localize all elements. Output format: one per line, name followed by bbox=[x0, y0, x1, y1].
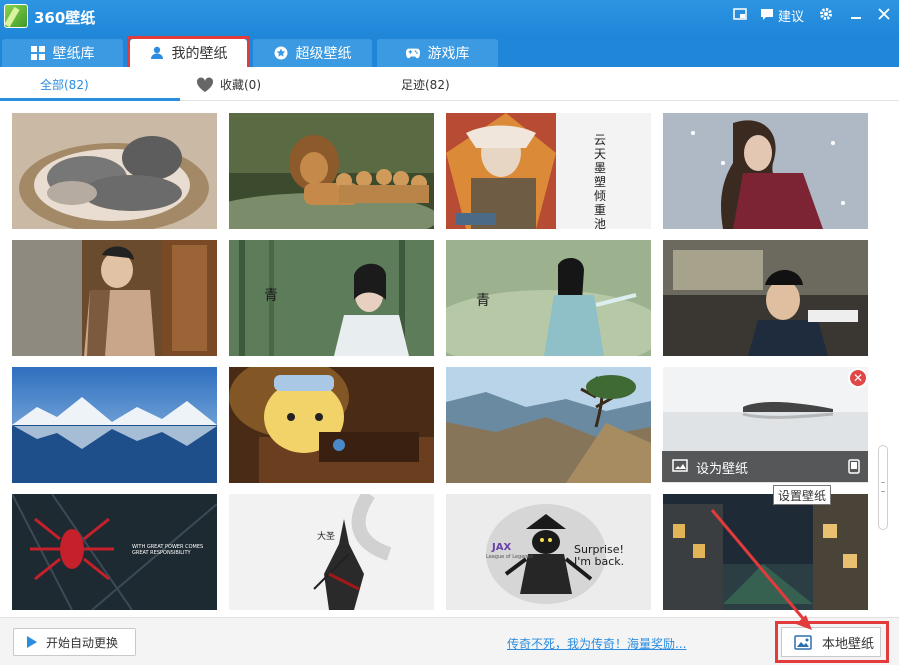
close-icon[interactable] bbox=[876, 6, 892, 22]
wallpaper-thumbnail-spider-logo[interactable]: WITH GREAT POWER COMES GREAT RESPONSIBIL… bbox=[12, 494, 217, 610]
subtab-history[interactable]: 足迹(82) bbox=[401, 76, 450, 93]
svg-text:青: 青 bbox=[476, 293, 490, 309]
set-wallpaper-button[interactable]: 设为壁纸 bbox=[696, 458, 748, 477]
play-icon bbox=[26, 635, 38, 649]
wallpaper-thumbnail-man-at-window[interactable] bbox=[12, 240, 217, 356]
svg-text:青: 青 bbox=[264, 288, 278, 304]
tab-label: 游戏库 bbox=[427, 46, 470, 62]
image-folder-icon bbox=[794, 634, 812, 650]
sub-tabs: 全部(82) 收藏(0) 足迹(82) bbox=[0, 67, 899, 101]
wallpaper-thumbnail-night-street[interactable] bbox=[663, 494, 868, 610]
local-wallpaper-label: 本地壁纸 bbox=[822, 636, 875, 652]
tab-super-wallpaper[interactable]: 超级壁纸 bbox=[253, 39, 372, 67]
wallpaper-thumbnail-canyon-tree[interactable] bbox=[446, 367, 651, 483]
auto-change-button[interactable]: 开始自动更换 bbox=[13, 628, 136, 656]
tab-game-library[interactable]: 游戏库 bbox=[377, 39, 498, 67]
set-wallpaper-icon[interactable] bbox=[672, 458, 688, 478]
tab-wallpaper-library[interactable]: 壁纸库 bbox=[2, 39, 123, 67]
thumbnail-caption-right: Surprise! I'm back. bbox=[574, 543, 625, 568]
wallpaper-thumbnail-mountain-lake[interactable] bbox=[12, 367, 217, 483]
wallpaper-thumbnail-jax[interactable]: JAX League of Legends Surprise! I'm back… bbox=[446, 494, 651, 610]
wallpaper-thumbnail-lions[interactable] bbox=[229, 113, 434, 229]
subtab-label: 收藏(0) bbox=[220, 78, 261, 92]
title-bar: 360壁纸 建议 bbox=[0, 0, 899, 37]
promo-link[interactable]: 传奇不死，我为传奇！海量奖励... bbox=[507, 635, 686, 652]
feedback-icon[interactable] bbox=[759, 6, 775, 22]
tab-label: 我的壁纸 bbox=[171, 46, 228, 62]
subtab-all[interactable]: 全部(82) bbox=[40, 76, 89, 93]
gear-icon[interactable] bbox=[818, 6, 834, 22]
thumbnail-caption-sub: League of Legends bbox=[486, 554, 534, 560]
vertical-scrollbar[interactable] bbox=[878, 445, 888, 530]
mobile-icon[interactable] bbox=[848, 459, 860, 478]
suggest-link[interactable]: 建议 bbox=[778, 6, 804, 25]
tab-label: 超级壁纸 bbox=[295, 46, 352, 62]
tooltip: 设置壁纸 bbox=[773, 485, 831, 505]
heart-icon bbox=[196, 76, 214, 93]
local-wallpaper-button[interactable]: 本地壁纸 bbox=[781, 627, 881, 657]
app-logo bbox=[4, 4, 28, 28]
subtab-favorites[interactable]: 收藏(0) bbox=[196, 76, 261, 93]
thumbnail-caption: 大圣 bbox=[317, 532, 336, 542]
user-icon bbox=[150, 46, 164, 60]
app-title: 360壁纸 bbox=[34, 9, 96, 27]
wallpaper-thumbnail-man-in-car[interactable] bbox=[663, 240, 868, 356]
wallpaper-grid: 云天墨塑倾重池 青 青 WITH GREAT POWER COMES GREAT… bbox=[0, 101, 880, 617]
skin-icon[interactable] bbox=[732, 6, 748, 22]
wallpaper-thumbnail-woman-in-snow[interactable] bbox=[663, 113, 868, 229]
tab-label: 壁纸库 bbox=[52, 46, 95, 62]
wallpaper-thumbnail-cartoon-bear[interactable] bbox=[229, 367, 434, 483]
auto-change-label: 开始自动更换 bbox=[46, 635, 119, 650]
wallpaper-thumbnail-woman-swordfighter[interactable]: 青 bbox=[446, 240, 651, 356]
thumbnail-caption: 云天墨塑倾重池 bbox=[594, 133, 607, 229]
footer-bar: 开始自动更换 传奇不死，我为传奇！海量奖励... 本地壁纸 bbox=[0, 617, 899, 665]
gamepad-icon bbox=[405, 46, 420, 60]
tab-my-wallpapers[interactable]: 我的壁纸 bbox=[130, 39, 247, 67]
wallpaper-thumbnail-ink-figure[interactable]: 大圣 bbox=[229, 494, 434, 610]
wallpaper-thumbnail-warrior[interactable]: 云天墨塑倾重池 bbox=[446, 113, 651, 229]
wallpaper-thumbnail-cats[interactable] bbox=[12, 113, 217, 229]
remove-wallpaper-icon[interactable]: ✕ bbox=[848, 368, 868, 388]
wallpaper-thumbnail-woman-in-forest[interactable]: 青 bbox=[229, 240, 434, 356]
thumbnail-caption: WITH GREAT POWER COMES GREAT RESPONSIBIL… bbox=[132, 544, 204, 556]
thumbnail-caption-left: JAX bbox=[492, 542, 512, 553]
thumbnail-action-bar: 设为壁纸 bbox=[662, 451, 868, 482]
grid-icon bbox=[30, 46, 45, 60]
minimize-icon[interactable] bbox=[848, 6, 864, 22]
star-icon bbox=[274, 46, 288, 60]
main-tabs: 壁纸库 我的壁纸 超级壁纸 游戏库 bbox=[0, 37, 899, 67]
